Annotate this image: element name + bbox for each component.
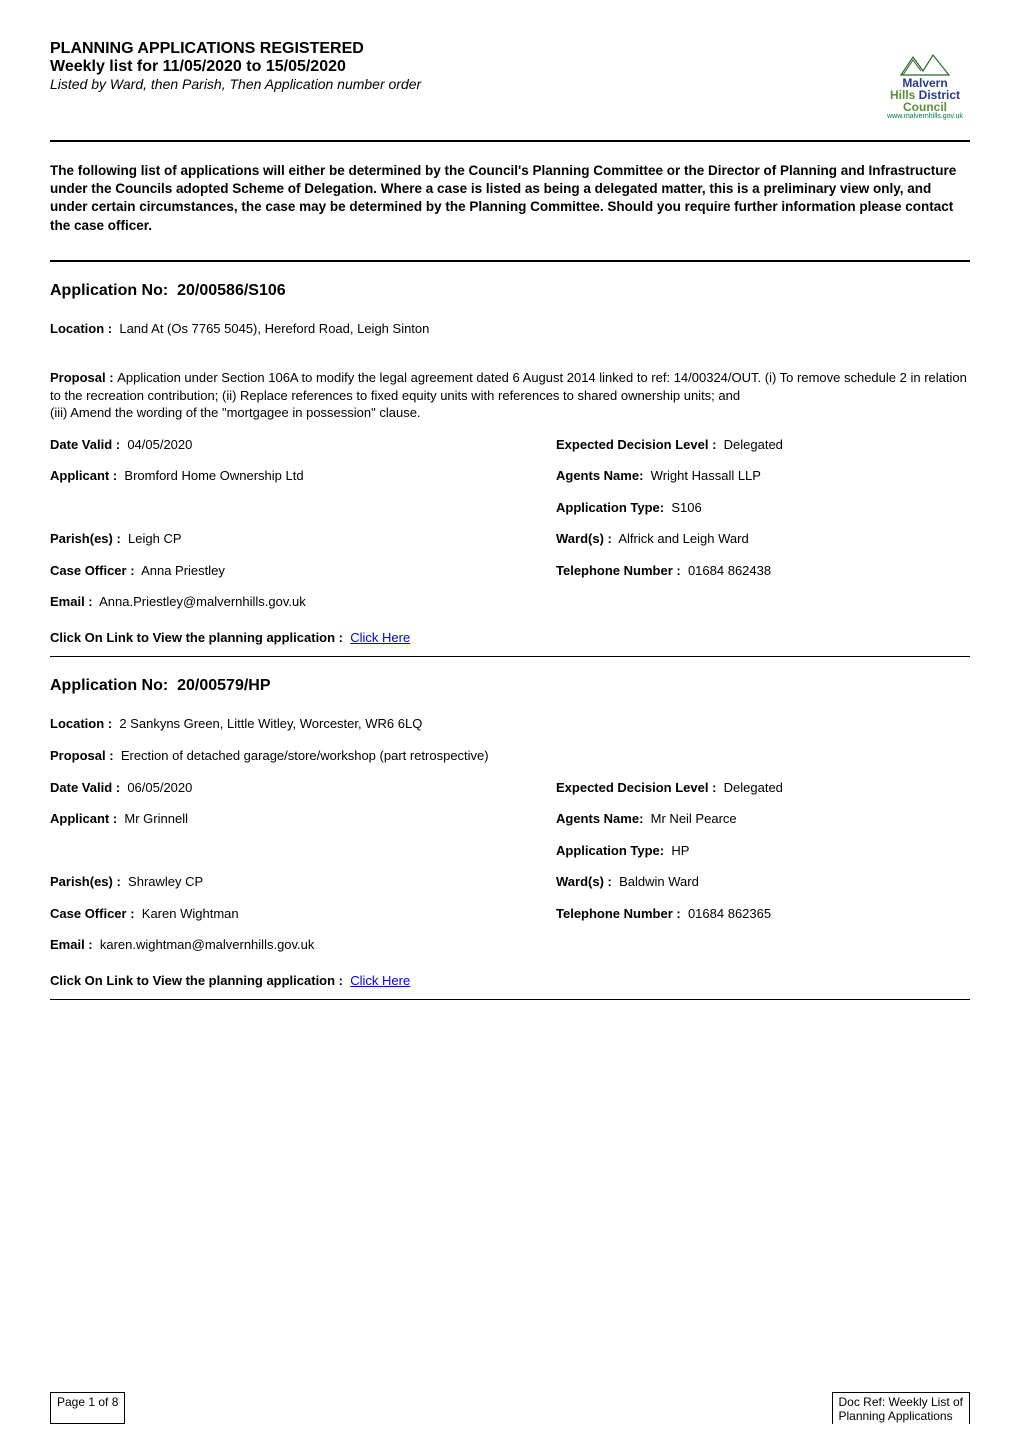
page: PLANNING APPLICATIONS REGISTERED Weekly … [0, 0, 1020, 1442]
app-no-value: 20/00579/HP [177, 677, 270, 694]
date-valid-value: 06/05/2020 [127, 780, 192, 795]
footer: Page 1 of 8 Doc Ref: Weekly List of Plan… [50, 1392, 970, 1424]
divider [50, 656, 970, 657]
logo-council: Council [903, 100, 947, 114]
click-link-row: Click On Link to View the planning appli… [50, 629, 970, 647]
parish-ward-row: Parish(es) : Leigh CP Ward(s) : Alfrick … [50, 530, 970, 548]
doc-ref-line1: Doc Ref: Weekly List of [839, 1395, 964, 1409]
parish-ward-row: Parish(es) : Shrawley CP Ward(s) : Baldw… [50, 873, 970, 891]
header-text: PLANNING APPLICATIONS REGISTERED Weekly … [50, 40, 421, 92]
location-row: Location : Land At (Os 7765 5045), Heref… [50, 320, 970, 338]
proposal-row: Proposal : Application under Section 106… [50, 351, 970, 421]
expected-value: Delegated [724, 780, 783, 795]
app-type-label: Application Type: [556, 843, 664, 858]
applicant-value: Bromford Home Ownership Ltd [124, 468, 303, 483]
divider [50, 260, 970, 262]
location-label: Location : [50, 716, 112, 731]
header: PLANNING APPLICATIONS REGISTERED Weekly … [50, 40, 970, 130]
applicant-agents-row: Applicant : Bromford Home Ownership Ltd … [50, 467, 970, 485]
proposal-value: Application under Section 106A to modify… [50, 370, 967, 420]
agents-label: Agents Name: [556, 468, 643, 483]
date-valid-label: Date Valid : [50, 780, 120, 795]
app-no-label: Application No: [50, 282, 168, 299]
officer-label: Case Officer : [50, 906, 135, 921]
proposal-label: Proposal : [50, 748, 114, 763]
email-value: karen.wightman@malvernhills.gov.uk [100, 937, 315, 952]
doc-ref-line2: Planning Applications [839, 1409, 953, 1423]
divider [50, 140, 970, 142]
click-here-link[interactable]: Click Here [350, 630, 410, 645]
app-type-value: S106 [671, 500, 701, 515]
agents-label: Agents Name: [556, 811, 643, 826]
tel-label: Telephone Number : [556, 563, 681, 578]
divider [50, 999, 970, 1000]
email-row: Email : Anna.Priestley@malvernhills.gov.… [50, 593, 970, 611]
parish-value: Shrawley CP [128, 874, 203, 889]
officer-value: Anna Priestley [141, 563, 225, 578]
agents-value: Wright Hassall LLP [651, 468, 761, 483]
app-no-value: 20/00586/S106 [177, 282, 286, 299]
click-here-link[interactable]: Click Here [350, 973, 410, 988]
officer-tel-row: Case Officer : Karen Wightman Telephone … [50, 905, 970, 923]
council-logo: Malvern Hills District Council www.malve… [880, 40, 970, 130]
applicant-value: Mr Grinnell [124, 811, 188, 826]
officer-label: Case Officer : [50, 563, 135, 578]
ward-value: Alfrick and Leigh Ward [618, 531, 748, 546]
application-block: Application No: 20/00586/S106 Location :… [50, 282, 970, 647]
proposal-row: Proposal : Erection of detached garage/s… [50, 747, 970, 765]
application-number-heading: Application No: 20/00579/HP [50, 677, 970, 695]
expected-value: Delegated [724, 437, 783, 452]
location-row: Location : 2 Sankyns Green, Little Witle… [50, 715, 970, 733]
date-expected-row: Date Valid : 04/05/2020 Expected Decisio… [50, 436, 970, 454]
ward-value: Baldwin Ward [619, 874, 699, 889]
expected-label: Expected Decision Level : [556, 780, 716, 795]
date-valid-value: 04/05/2020 [127, 437, 192, 452]
email-label: Email : [50, 594, 93, 609]
application-number-heading: Application No: 20/00586/S106 [50, 282, 970, 300]
app-type-row: Application Type: S106 [50, 499, 970, 517]
header-title-2: Weekly list for 11/05/2020 to 15/05/2020 [50, 58, 421, 76]
click-link-label: Click On Link to View the planning appli… [50, 973, 343, 988]
officer-value: Karen Wightman [142, 906, 239, 921]
expected-label: Expected Decision Level : [556, 437, 716, 452]
click-link-label: Click On Link to View the planning appli… [50, 630, 343, 645]
proposal-label: Proposal : [50, 370, 114, 385]
officer-tel-row: Case Officer : Anna Priestley Telephone … [50, 562, 970, 580]
date-expected-row: Date Valid : 06/05/2020 Expected Decisio… [50, 779, 970, 797]
email-value: Anna.Priestley@malvernhills.gov.uk [99, 594, 306, 609]
app-type-label: Application Type: [556, 500, 664, 515]
header-title-1: PLANNING APPLICATIONS REGISTERED [50, 40, 421, 58]
logo-url: www.malvernhills.gov.uk [887, 113, 963, 120]
doc-ref: Doc Ref: Weekly List of Planning Applica… [832, 1392, 971, 1424]
applicant-label: Applicant : [50, 811, 117, 826]
parish-label: Parish(es) : [50, 531, 121, 546]
location-value: 2 Sankyns Green, Little Witley, Worceste… [119, 716, 422, 731]
click-link-row: Click On Link to View the planning appli… [50, 972, 970, 990]
date-valid-label: Date Valid : [50, 437, 120, 452]
header-subtitle: Listed by Ward, then Parish, Then Applic… [50, 76, 421, 92]
email-row: Email : karen.wightman@malvernhills.gov.… [50, 936, 970, 954]
applicant-agents-row: Applicant : Mr Grinnell Agents Name: Mr … [50, 810, 970, 828]
agents-value: Mr Neil Pearce [651, 811, 737, 826]
intro-text: The following list of applications will … [50, 162, 970, 235]
app-type-row: Application Type: HP [50, 842, 970, 860]
location-label: Location : [50, 321, 112, 336]
email-label: Email : [50, 937, 93, 952]
page-number: Page 1 of 8 [50, 1392, 125, 1424]
location-value: Land At (Os 7765 5045), Hereford Road, L… [119, 321, 429, 336]
app-type-value: HP [671, 843, 689, 858]
ward-label: Ward(s) : [556, 874, 612, 889]
logo-text: Malvern Hills District Council [890, 77, 960, 113]
tel-label: Telephone Number : [556, 906, 681, 921]
tel-value: 01684 862438 [688, 563, 771, 578]
ward-label: Ward(s) : [556, 531, 612, 546]
app-no-label: Application No: [50, 677, 168, 694]
tel-value: 01684 862365 [688, 906, 771, 921]
application-block: Application No: 20/00579/HP Location : 2… [50, 677, 970, 989]
proposal-value: Erection of detached garage/store/worksh… [121, 748, 489, 763]
parish-value: Leigh CP [128, 531, 181, 546]
applicant-label: Applicant : [50, 468, 117, 483]
parish-label: Parish(es) : [50, 874, 121, 889]
hills-icon [899, 51, 951, 77]
